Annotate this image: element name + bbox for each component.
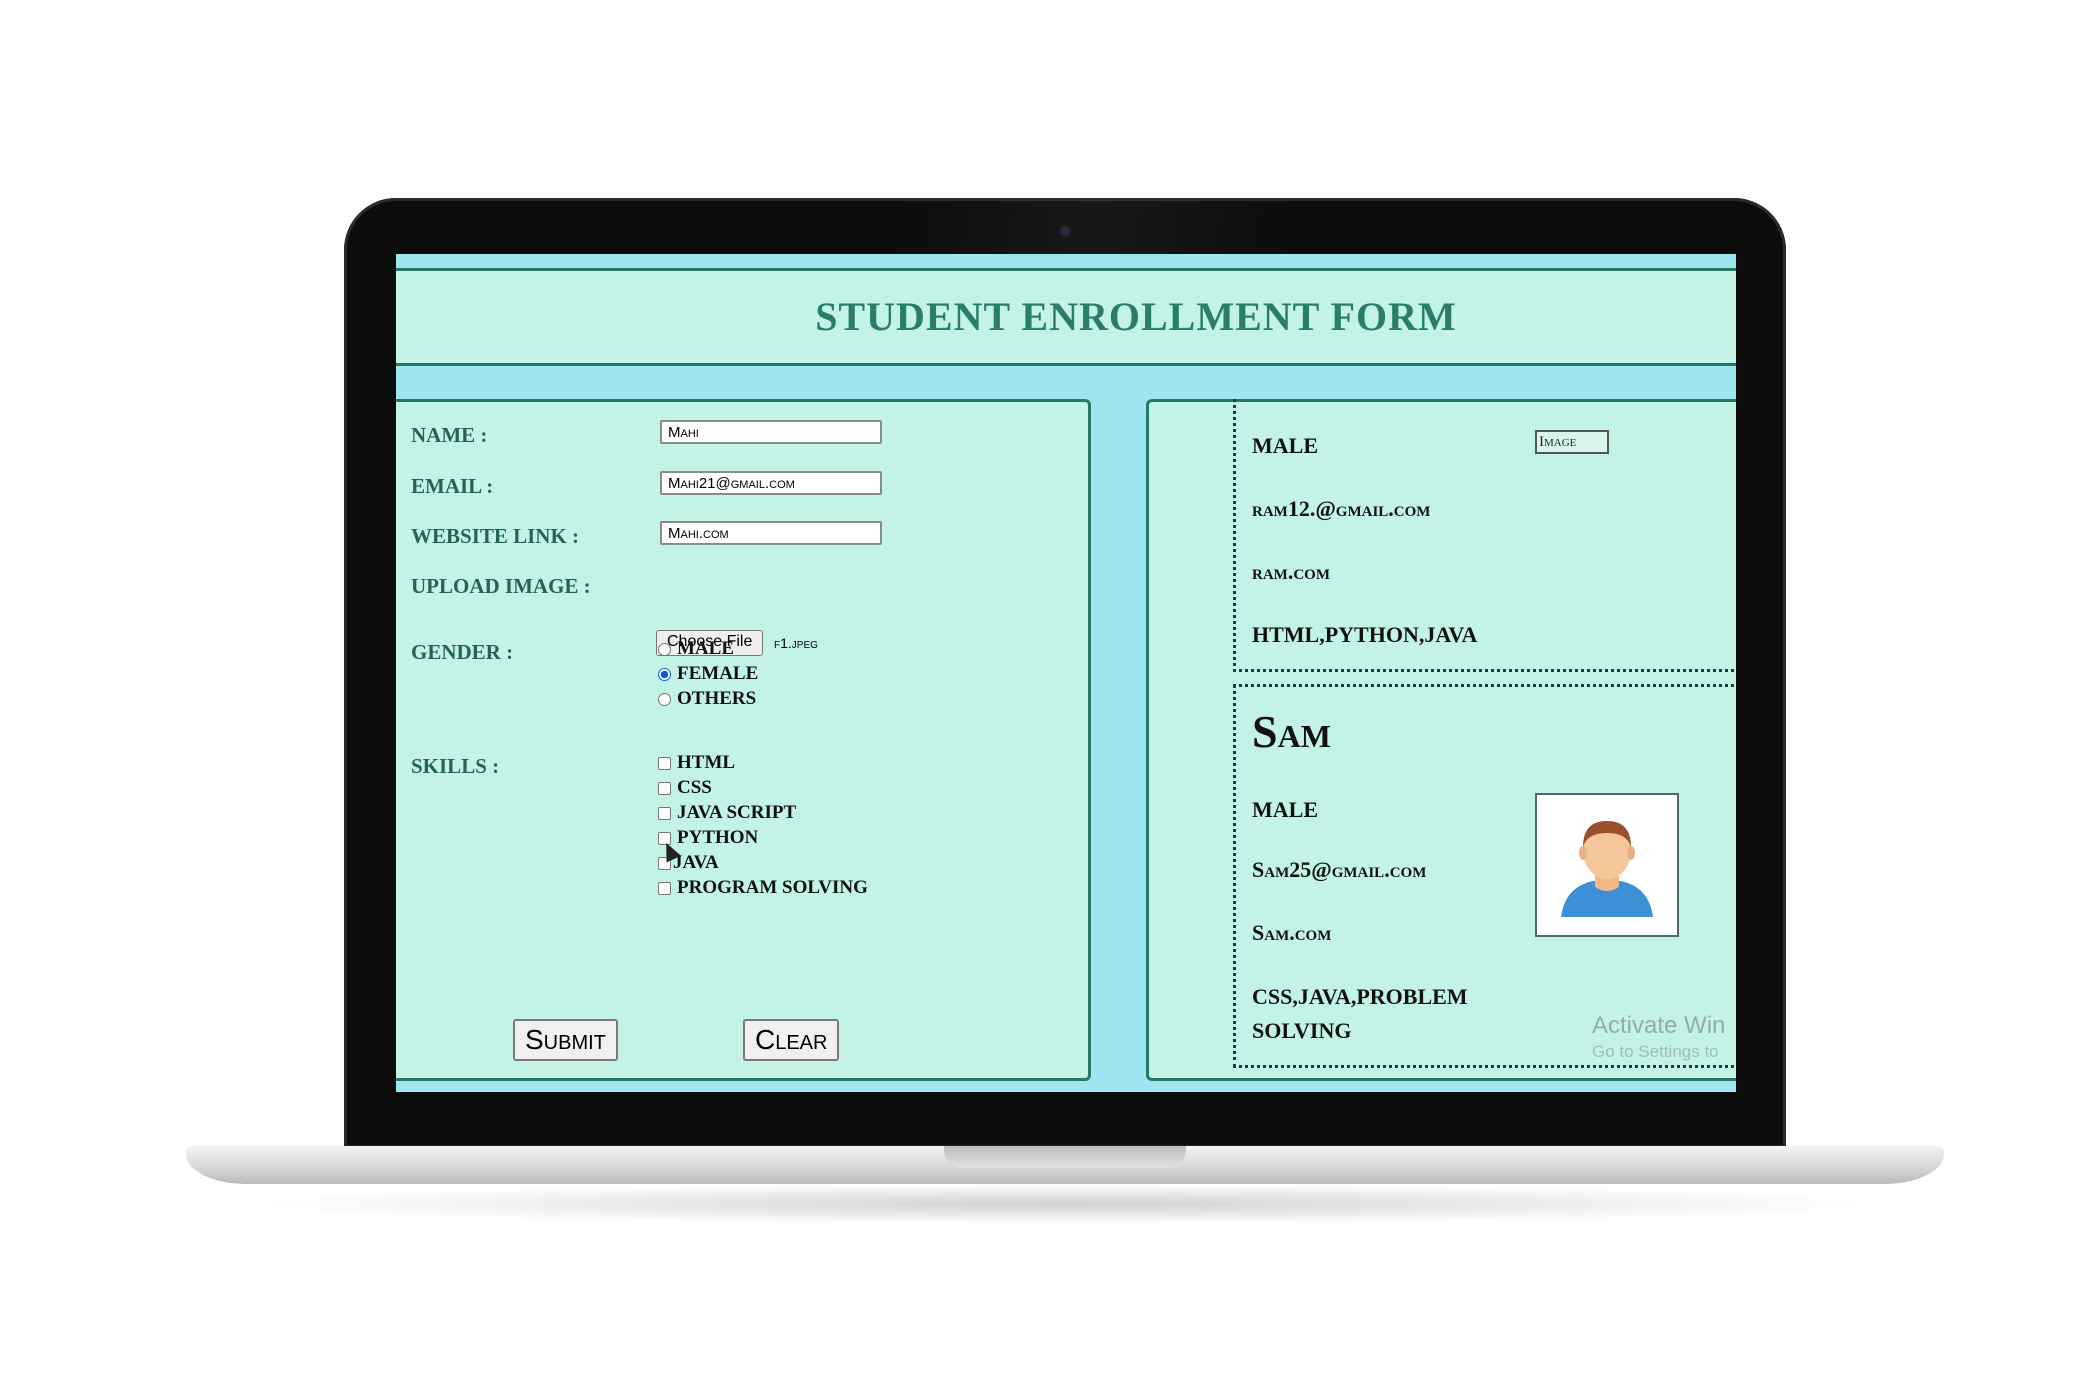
record-email: ram12.@gmail.com (1252, 496, 1431, 521)
skill-option-label: JAVA SCRIPT (677, 802, 797, 823)
user-avatar-icon (1561, 821, 1653, 917)
record-email: Sam25@gmail.com (1252, 857, 1427, 882)
skill-option-label: PROGRAM SOLVING (677, 877, 868, 898)
record-gender: MALE (1252, 433, 1318, 458)
record-skills-line2: SOLVING (1252, 1018, 1352, 1043)
skill-option-javascript[interactable]: JAVA SCRIPT (658, 802, 796, 824)
checkbox-css[interactable] (658, 781, 671, 795)
skill-option-html[interactable]: HTML (658, 752, 735, 774)
checkbox-html[interactable] (658, 756, 671, 770)
website-input[interactable] (660, 521, 882, 545)
website-label: WEBSITE LINK : (411, 524, 580, 548)
skill-option-css[interactable]: CSS (658, 777, 712, 799)
broken-image-placeholder: Image (1535, 430, 1609, 454)
submit-button[interactable]: Submit (513, 1019, 618, 1061)
record-gender: MALE (1252, 797, 1318, 822)
record-card: MALE Image ram12.@gmail.com ram.com HTML… (1233, 399, 1736, 672)
browser-viewport: STUDENT ENROLLMENT FORM NAME : EMAIL : W… (396, 254, 1736, 1092)
activation-watermark: Activate Win (1592, 1012, 1726, 1039)
activation-watermark-sub: Go to Settings to (1592, 1042, 1719, 1061)
record-name: Sam (1252, 706, 1331, 757)
radio-female[interactable] (658, 667, 671, 681)
records-panel: MALE Image ram12.@gmail.com ram.com HTML… (1146, 399, 1736, 1081)
name-input[interactable] (660, 420, 882, 444)
upload-image-label: UPLOAD IMAGE : (411, 574, 591, 598)
record-website: Sam.com (1252, 920, 1332, 945)
record-card: Sam MALE Sam25@gmail.com Sam.com CSS,JAV… (1233, 684, 1736, 1068)
name-label: NAME : (411, 423, 488, 447)
skill-option-label: HTML (677, 752, 736, 773)
email-input[interactable] (660, 471, 882, 495)
page-header: STUDENT ENROLLMENT FORM (396, 268, 1736, 366)
record-skills-line1: CSS,JAVA,PROBLEM (1252, 984, 1468, 1009)
laptop-hinge-notch (944, 1146, 1186, 1168)
checkbox-javascript[interactable] (658, 806, 671, 820)
selected-file-name: f1.jpeg (774, 635, 818, 651)
gender-option-label: OTHERS (677, 688, 757, 709)
gender-option-female[interactable]: FEMALE (658, 663, 758, 685)
enrollment-form: NAME : EMAIL : WEBSITE LINK : UPLOAD IMA… (396, 399, 1091, 1081)
radio-others[interactable] (658, 692, 671, 706)
page-title: STUDENT ENROLLMENT FORM (815, 294, 1457, 339)
skills-label: SKILLS : (411, 754, 500, 778)
record-skills: HTML,PYTHON,JAVA (1252, 622, 1478, 647)
gender-option-others[interactable]: OTHERS (658, 688, 756, 710)
skill-option-label: PYTHON (677, 827, 759, 848)
skill-option-label: CSS (677, 777, 712, 798)
gender-label: GENDER : (411, 640, 514, 664)
gender-option-label: FEMALE (677, 663, 759, 684)
email-label: EMAIL : (411, 474, 494, 498)
gender-option-male[interactable]: MALE (658, 638, 734, 660)
radio-male[interactable] (658, 642, 671, 656)
gender-option-label: MALE (677, 638, 734, 659)
checkbox-program-solving[interactable] (658, 881, 671, 895)
clear-button[interactable]: Clear (743, 1019, 840, 1061)
webcam-icon (1060, 226, 1070, 236)
skill-option-program-solving[interactable]: PROGRAM SOLVING (658, 877, 868, 899)
record-website: ram.com (1252, 559, 1330, 584)
record-photo (1535, 793, 1679, 937)
laptop-shadow (240, 1184, 1890, 1224)
